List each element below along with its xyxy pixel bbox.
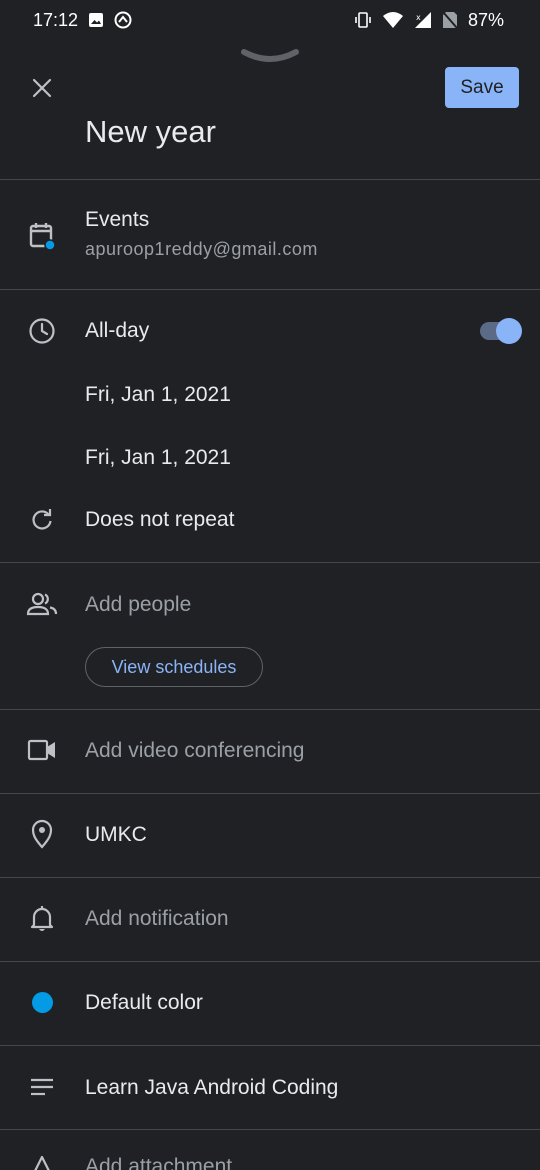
all-day-label: All-day: [85, 319, 150, 342]
chevron-down-icon: [241, 49, 299, 62]
divider: [0, 562, 540, 563]
bell-icon: [26, 902, 58, 934]
status-bar-right: x 87%: [354, 10, 504, 31]
divider: [0, 793, 540, 794]
video-camera-icon: [26, 734, 58, 766]
wifi-icon: [382, 11, 404, 29]
divider: [0, 877, 540, 878]
view-schedules-button[interactable]: View schedules: [85, 647, 263, 687]
signal-icon: x: [414, 11, 432, 29]
attachment-icon: [26, 1152, 58, 1170]
event-title[interactable]: New year: [85, 114, 216, 150]
toggle-knob: [496, 318, 522, 344]
repeat-option[interactable]: Does not repeat: [85, 508, 234, 532]
all-day-toggle[interactable]: [480, 318, 522, 344]
divider: [0, 289, 540, 290]
no-sim-icon: [442, 11, 458, 29]
status-bar-left: 17:12: [33, 10, 132, 31]
calendar-account: apuroop1reddy@gmail.com: [85, 239, 318, 259]
people-icon: [26, 588, 58, 620]
clock-icon: [26, 315, 58, 347]
description-field[interactable]: Learn Java Android Coding: [85, 1076, 338, 1100]
end-date[interactable]: Fri, Jan 1, 2021: [85, 446, 231, 470]
add-people-field[interactable]: Add people: [85, 593, 191, 617]
calendar-name[interactable]: Events: [85, 208, 149, 232]
divider: [0, 1045, 540, 1046]
calendar-icon: [26, 219, 58, 251]
sync-icon: [114, 11, 132, 29]
add-attachment[interactable]: Add attachment: [85, 1155, 232, 1170]
add-video-conferencing[interactable]: Add video conferencing: [85, 739, 305, 763]
color-option[interactable]: Default color: [85, 991, 203, 1015]
save-button[interactable]: Save: [445, 67, 519, 108]
vibrate-icon: [354, 11, 372, 29]
close-icon: [32, 78, 52, 98]
status-time: 17:12: [33, 9, 79, 30]
add-notification[interactable]: Add notification: [85, 907, 229, 931]
color-dot-icon: [26, 986, 58, 1018]
collapse-handle[interactable]: [240, 44, 300, 73]
image-icon: [88, 12, 104, 28]
status-bar: 17:12 x 87%: [0, 0, 540, 40]
divider: [0, 961, 540, 962]
repeat-icon: [26, 504, 58, 536]
svg-text:x: x: [416, 13, 421, 22]
close-button[interactable]: [26, 72, 58, 104]
divider: [0, 1129, 540, 1130]
battery-percent: 87%: [467, 9, 504, 30]
start-date[interactable]: Fri, Jan 1, 2021: [85, 383, 231, 407]
color-swatch: [31, 991, 53, 1013]
notes-icon: [26, 1071, 58, 1103]
location-pin-icon: [26, 818, 58, 850]
divider: [0, 709, 540, 710]
location-field[interactable]: UMKC: [85, 823, 147, 847]
divider: [0, 179, 540, 180]
